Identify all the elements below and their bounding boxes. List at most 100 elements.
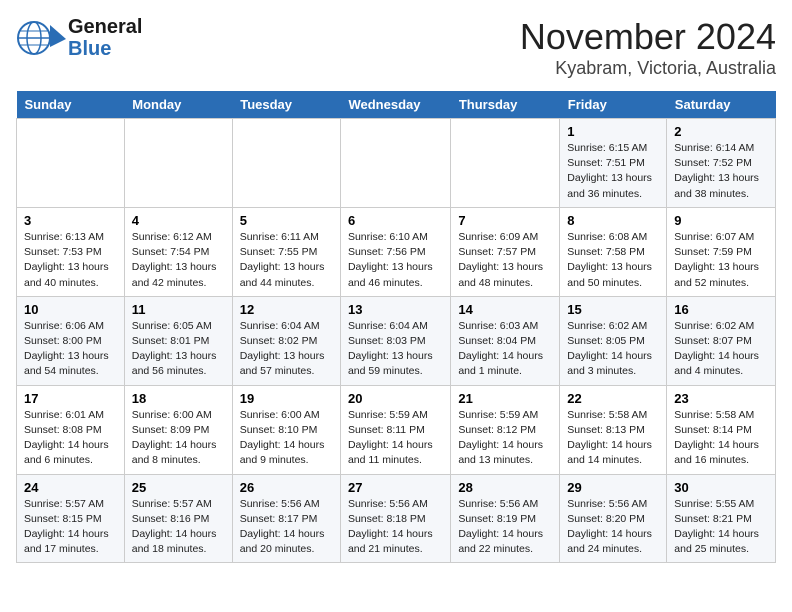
header-saturday: Saturday [667,91,776,119]
day-number: 24 [24,480,117,495]
day-info: Sunrise: 5:56 AM Sunset: 8:19 PM Dayligh… [458,497,552,558]
header-sunday: Sunday [17,91,125,119]
day-number: 8 [567,213,659,228]
day-info: Sunrise: 5:58 AM Sunset: 8:14 PM Dayligh… [674,408,768,469]
calendar-cell: 14 Sunrise: 6:03 AM Sunset: 8:04 PM Dayli… [451,296,560,385]
week-row-4: 17 Sunrise: 6:01 AM Sunset: 8:08 PM Dayli… [17,385,776,474]
calendar-cell: 30Sunrise: 5:55 AM Sunset: 8:21 PM Dayli… [667,474,776,563]
header-tuesday: Tuesday [232,91,340,119]
week-row-5: 24 Sunrise: 5:57 AM Sunset: 8:15 PM Dayli… [17,474,776,563]
calendar-cell: 22Sunrise: 5:58 AM Sunset: 8:13 PM Dayli… [560,385,667,474]
calendar-cell [232,119,340,208]
day-number: 7 [458,213,552,228]
day-number: 1 [567,124,659,139]
calendar-cell: 29 Sunrise: 5:56 AM Sunset: 8:20 PM Dayli… [560,474,667,563]
day-number: 14 [458,302,552,317]
calendar-cell: 13 Sunrise: 6:04 AM Sunset: 8:03 PM Dayli… [340,296,450,385]
calendar-cell: 15 Sunrise: 6:02 AM Sunset: 8:05 PM Dayli… [560,296,667,385]
calendar-cell [451,119,560,208]
header-monday: Monday [124,91,232,119]
calendar-cell: 3 Sunrise: 6:13 AM Sunset: 7:53 PM Daylig… [17,207,125,296]
calendar-title: November 2024 [520,16,776,58]
day-info: Sunrise: 6:12 AM Sunset: 7:54 PM Dayligh… [132,230,225,291]
calendar-cell: 1 Sunrise: 6:15 AM Sunset: 7:51 PM Daylig… [560,119,667,208]
day-number: 17 [24,391,117,406]
calendar-body: 1 Sunrise: 6:15 AM Sunset: 7:51 PM Daylig… [17,119,776,563]
day-number: 28 [458,480,552,495]
day-number: 11 [132,302,225,317]
week-row-3: 10 Sunrise: 6:06 AM Sunset: 8:00 PM Dayli… [17,296,776,385]
calendar-cell: 24 Sunrise: 5:57 AM Sunset: 8:15 PM Dayli… [17,474,125,563]
calendar-cell: 27Sunrise: 5:56 AM Sunset: 8:18 PM Dayli… [340,474,450,563]
week-row-1: 1 Sunrise: 6:15 AM Sunset: 7:51 PM Daylig… [17,119,776,208]
calendar-cell [17,119,125,208]
day-number: 15 [567,302,659,317]
calendar-cell: 23 Sunrise: 5:58 AM Sunset: 8:14 PM Dayli… [667,385,776,474]
day-number: 29 [567,480,659,495]
calendar-cell: 6 Sunrise: 6:10 AM Sunset: 7:56 PM Daylig… [340,207,450,296]
day-info: Sunrise: 6:15 AM Sunset: 7:51 PM Dayligh… [567,141,659,202]
day-info: Sunrise: 6:10 AM Sunset: 7:56 PM Dayligh… [348,230,443,291]
header-friday: Friday [560,91,667,119]
calendar-cell: 28 Sunrise: 5:56 AM Sunset: 8:19 PM Dayli… [451,474,560,563]
day-number: 20 [348,391,443,406]
day-number: 18 [132,391,225,406]
day-number: 3 [24,213,117,228]
day-info: Sunrise: 6:07 AM Sunset: 7:59 PM Dayligh… [674,230,768,291]
day-info: Sunrise: 6:00 AM Sunset: 8:10 PM Dayligh… [240,408,333,469]
day-info: Sunrise: 5:58 AM Sunset: 8:13 PM Dayligh… [567,408,659,469]
day-number: 10 [24,302,117,317]
calendar-cell [340,119,450,208]
day-info: Sunrise: 6:08 AM Sunset: 7:58 PM Dayligh… [567,230,659,291]
calendar-cell: 8 Sunrise: 6:08 AM Sunset: 7:58 PM Daylig… [560,207,667,296]
calendar-cell: 12 Sunrise: 6:04 AM Sunset: 8:02 PM Dayli… [232,296,340,385]
calendar-cell: 19 Sunrise: 6:00 AM Sunset: 8:10 PM Dayli… [232,385,340,474]
logo-line2: Blue [68,38,142,60]
day-info: Sunrise: 6:01 AM Sunset: 8:08 PM Dayligh… [24,408,117,469]
day-info: Sunrise: 6:11 AM Sunset: 7:55 PM Dayligh… [240,230,333,291]
header-row: SundayMondayTuesdayWednesdayThursdayFrid… [17,91,776,119]
calendar-table: SundayMondayTuesdayWednesdayThursdayFrid… [16,91,776,563]
day-number: 13 [348,302,443,317]
calendar-cell: 9 Sunrise: 6:07 AM Sunset: 7:59 PM Daylig… [667,207,776,296]
day-info: Sunrise: 6:02 AM Sunset: 8:05 PM Dayligh… [567,319,659,380]
day-info: Sunrise: 6:13 AM Sunset: 7:53 PM Dayligh… [24,230,117,291]
day-number: 9 [674,213,768,228]
logo-icon [16,17,68,59]
calendar-cell: 20Sunrise: 5:59 AM Sunset: 8:11 PM Dayli… [340,385,450,474]
calendar-cell: 16 Sunrise: 6:02 AM Sunset: 8:07 PM Dayli… [667,296,776,385]
day-info: Sunrise: 5:56 AM Sunset: 8:20 PM Dayligh… [567,497,659,558]
day-info: Sunrise: 5:56 AM Sunset: 8:17 PM Dayligh… [240,497,333,558]
day-number: 16 [674,302,768,317]
day-number: 21 [458,391,552,406]
calendar-cell: 10 Sunrise: 6:06 AM Sunset: 8:00 PM Dayli… [17,296,125,385]
day-info: Sunrise: 6:06 AM Sunset: 8:00 PM Dayligh… [24,319,117,380]
day-info: Sunrise: 6:03 AM Sunset: 8:04 PM Dayligh… [458,319,552,380]
day-number: 23 [674,391,768,406]
day-number: 19 [240,391,333,406]
day-info: Sunrise: 5:57 AM Sunset: 8:15 PM Dayligh… [24,497,117,558]
day-info: Sunrise: 6:09 AM Sunset: 7:57 PM Dayligh… [458,230,552,291]
day-number: 12 [240,302,333,317]
calendar-cell: 7 Sunrise: 6:09 AM Sunset: 7:57 PM Daylig… [451,207,560,296]
week-row-2: 3 Sunrise: 6:13 AM Sunset: 7:53 PM Daylig… [17,207,776,296]
day-info: Sunrise: 6:02 AM Sunset: 8:07 PM Dayligh… [674,319,768,380]
calendar-cell: 2Sunrise: 6:14 AM Sunset: 7:52 PM Daylig… [667,119,776,208]
day-info: Sunrise: 6:00 AM Sunset: 8:09 PM Dayligh… [132,408,225,469]
calendar-cell: 4Sunrise: 6:12 AM Sunset: 7:54 PM Daylig… [124,207,232,296]
calendar-cell: 18 Sunrise: 6:00 AM Sunset: 8:09 PM Dayli… [124,385,232,474]
calendar-cell: 26Sunrise: 5:56 AM Sunset: 8:17 PM Dayli… [232,474,340,563]
day-info: Sunrise: 6:14 AM Sunset: 7:52 PM Dayligh… [674,141,768,202]
day-info: Sunrise: 6:05 AM Sunset: 8:01 PM Dayligh… [132,319,225,380]
day-info: Sunrise: 5:55 AM Sunset: 8:21 PM Dayligh… [674,497,768,558]
day-number: 6 [348,213,443,228]
title-block: November 2024 Kyabram, Victoria, Austral… [520,16,776,79]
page-header: General Blue November 2024 Kyabram, Vict… [16,16,776,79]
calendar-cell: 17 Sunrise: 6:01 AM Sunset: 8:08 PM Dayli… [17,385,125,474]
calendar-cell: 21Sunrise: 5:59 AM Sunset: 8:12 PM Dayli… [451,385,560,474]
day-info: Sunrise: 6:04 AM Sunset: 8:02 PM Dayligh… [240,319,333,380]
header-wednesday: Wednesday [340,91,450,119]
day-number: 27 [348,480,443,495]
day-info: Sunrise: 6:04 AM Sunset: 8:03 PM Dayligh… [348,319,443,380]
calendar-subtitle: Kyabram, Victoria, Australia [520,58,776,79]
